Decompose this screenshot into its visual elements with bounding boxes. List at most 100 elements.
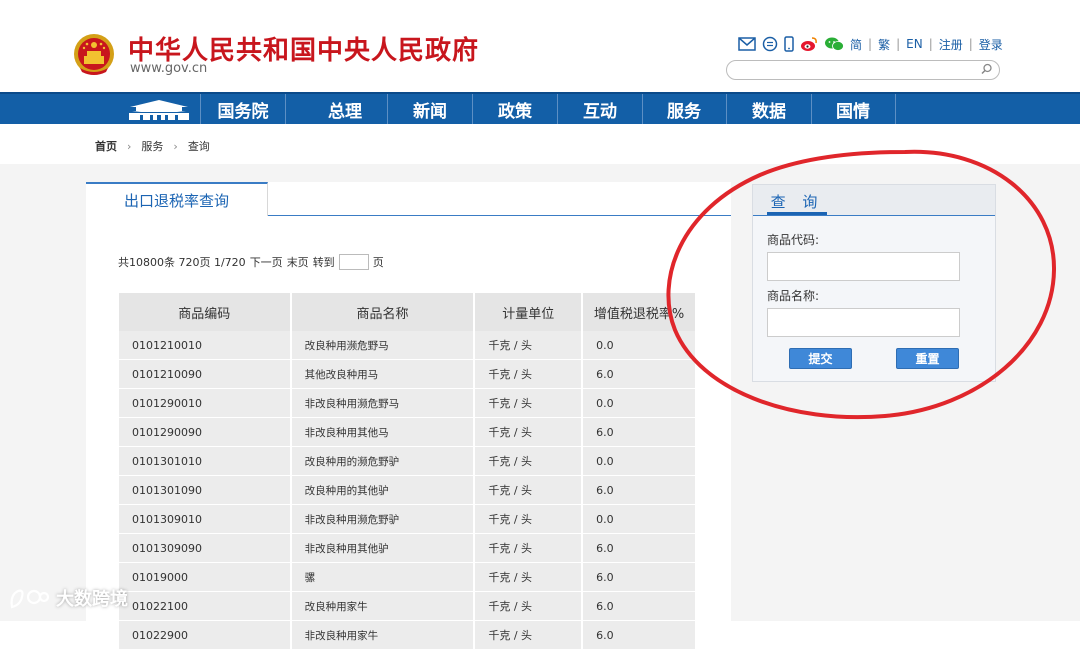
table-row[interactable]: 0101301090 改良种用的其他驴 千克 / 头 6.0 [119,475,697,505]
query-header: 查 询 [753,185,995,216]
nav-item-premier[interactable]: 总理 [303,94,388,124]
lang-simplified-link[interactable]: 简 [850,36,862,53]
cell-name: 改良种用的濒危野驴 [290,446,476,476]
nav-item-policy[interactable]: 政策 [473,94,558,124]
table-row[interactable]: 0101290010 非改良种用濒危野马 千克 / 头 0.0 [119,388,697,418]
search-icon[interactable] [981,63,993,75]
cell-code: 0101301010 [119,446,292,476]
product-name-input[interactable] [767,308,960,337]
breadcrumb-service[interactable]: 服务 [141,138,163,154]
breadcrumb-home[interactable]: 首页 [95,138,117,154]
cell-unit: 千克 / 头 [474,620,584,650]
cell-rate: 0.0 [582,331,697,360]
table-row[interactable]: 01022900 非改良种用家牛 千克 / 头 6.0 [119,620,697,650]
table-row[interactable]: 01019000 骡千克 / 头 6.0 [119,562,697,592]
cell-rate: 6.0 [582,417,697,447]
cell-rate: 0.0 [582,388,697,418]
lang-english-link[interactable]: EN [906,37,923,51]
query-title: 查 询 [767,191,827,215]
submit-button[interactable]: 提交 [789,348,852,369]
table-row[interactable]: 0101210010 改良种用濒危野马 千克 / 头 0.0 [119,331,697,360]
tab-export-rebate-query[interactable]: 出口退税率查询 [86,182,268,216]
cell-unit: 千克 / 头 [474,533,584,563]
nav-item-interaction[interactable]: 互动 [558,94,643,124]
cell-code: 01019000 [119,562,292,592]
cell-code: 0101290090 [119,417,292,447]
column-header-name: 商品名称 [290,293,476,331]
product-code-input[interactable] [767,252,960,281]
cell-unit: 千克 / 头 [474,331,584,360]
table-row[interactable]: 0101210090 其他改良种用马 千克 / 头 6.0 [119,359,697,389]
message-icon[interactable] [762,36,778,52]
top-toolbar: 简 | 繁 | EN | 注册 | 登录 [738,34,1003,54]
table-body: 0101210010 改良种用濒危野马 千克 / 头 0.0 0101210090 其他改… [119,331,697,650]
goto-label: 转到 [312,256,335,269]
table-row[interactable]: 0101290090 非改良种用其他马 千克 / 头 6.0 [119,417,697,447]
next-page-link[interactable]: 下一页 [250,254,283,270]
table-row[interactable]: 01022100 改良种用家牛 千克 / 头 6.0 [119,591,697,621]
cell-unit: 千克 / 头 [474,446,584,476]
cell-code: 01022100 [119,591,292,621]
cell-code: 01022900 [119,620,292,650]
search-input[interactable] [737,62,981,80]
breadcrumb-query[interactable]: 查询 [188,138,210,154]
cell-name: 改良种用的其他驴 [290,475,476,505]
separator: | [868,37,873,51]
nav-item-data[interactable]: 数据 [727,94,812,124]
mobile-icon[interactable] [784,36,794,52]
cell-rate: 6.0 [582,591,697,621]
site-url[interactable]: www.gov.cn [130,61,207,76]
separator: | [896,37,901,51]
table-row[interactable]: 0101309090 非改良种用其他驴 千克 / 头 6.0 [119,533,697,563]
rebate-rate-table: 商品编码 商品名称 计量单位 增值税退税率% 0101210010 改良种用濒危野… [119,293,697,650]
table-row[interactable]: 0101301010 改良种用的濒危野驴 千克 / 头 0.0 [119,446,697,476]
cell-name: 骡 [290,562,476,592]
cell-code: 0101210090 [119,359,292,389]
cell-name: 非改良种用其他马 [290,417,476,447]
mail-icon[interactable] [738,37,756,51]
cell-name: 其他改良种用马 [290,359,476,389]
cell-unit: 千克 / 头 [474,591,584,621]
cell-code: 0101309090 [119,533,292,563]
cell-rate: 6.0 [582,562,697,592]
register-link[interactable]: 注册 [939,36,963,53]
product-name-label: 商品名称: [767,289,820,303]
weibo-icon[interactable] [800,36,818,52]
main-nav: 国务院 总理 新闻 政策 互动 服务 数据 国情 [0,92,1080,124]
login-link[interactable]: 登录 [979,36,1003,53]
cell-rate: 0.0 [582,446,697,476]
nav-item-services[interactable]: 服务 [642,94,727,124]
lang-traditional-link[interactable]: 繁 [878,36,890,53]
column-header-code: 商品编码 [119,293,292,331]
cell-name: 改良种用家牛 [290,591,476,621]
rebate-rate-panel: 出口退税率查询 共10800条 720页 1/720 下一页 末页 转到 页 商… [86,182,731,650]
cell-unit: 千克 / 头 [474,388,584,418]
cell-unit: 千克 / 头 [474,417,584,447]
cell-name: 非改良种用家牛 [290,620,476,650]
product-code-label: 商品代码: [767,233,820,247]
cell-unit: 千克 / 头 [474,475,584,505]
cell-code: 0101301090 [119,475,292,505]
last-page-link[interactable]: 末页 [287,254,309,270]
nav-home[interactable] [118,94,201,124]
column-header-unit: 计量单位 [474,293,584,331]
cell-name: 非改良种用濒危野驴 [290,504,476,534]
cell-rate: 6.0 [582,620,697,650]
nav-item-state-council[interactable]: 国务院 [201,94,286,124]
cell-name: 改良种用濒危野马 [290,331,476,360]
reset-button[interactable]: 重置 [896,348,959,369]
watermark-logo-icon [10,589,50,609]
table-row[interactable]: 0101309010 非改良种用濒危野驴 千克 / 头 0.0 [119,504,697,534]
separator: | [968,37,973,51]
nav-item-news[interactable]: 新闻 [388,94,473,124]
tab-divider [268,215,731,216]
goto-page-input[interactable] [338,254,369,270]
wechat-icon[interactable] [824,36,844,52]
nav-item-national-info[interactable]: 国情 [811,94,896,124]
cell-code: 0101290010 [119,388,292,418]
tiananmen-icon [129,100,189,120]
cell-unit: 千克 / 头 [474,504,584,534]
cell-rate: 6.0 [582,475,697,505]
national-emblem-icon[interactable] [72,32,116,78]
page-unit-label: 页 [372,256,384,269]
